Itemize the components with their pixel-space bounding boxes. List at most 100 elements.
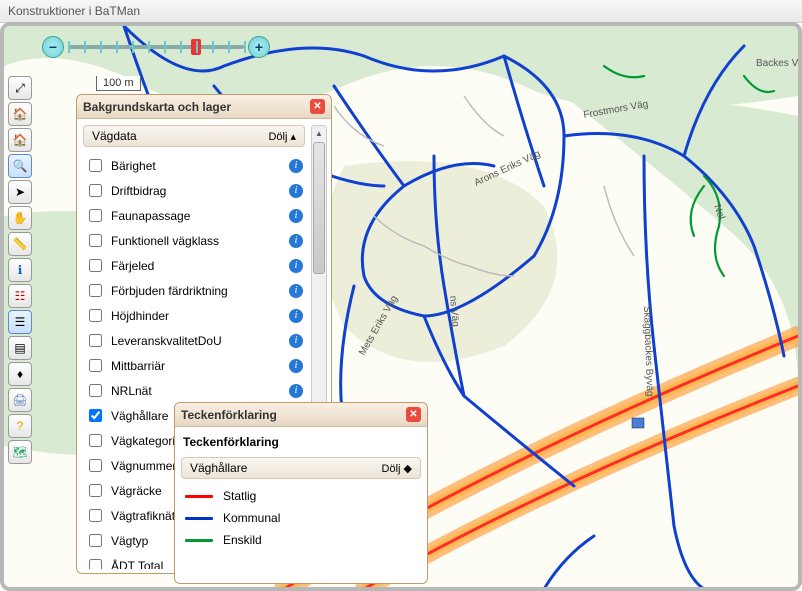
pan-icon[interactable]: ✋ [8,206,32,230]
legend-swatch [185,539,213,542]
info-icon[interactable]: i [289,184,303,198]
layer-checkbox[interactable] [89,259,102,272]
zoom-tick[interactable] [100,41,102,53]
zoom-tick[interactable] [180,41,182,53]
layer-row: Färjeled i [83,253,305,278]
zoom-tick[interactable] [148,41,150,53]
layer-checkbox[interactable] [89,284,102,297]
layer-checkbox[interactable] [89,184,102,197]
info-icon[interactable]: i [289,234,303,248]
zoom-box-icon[interactable]: 🔍 [8,154,32,178]
layer-checkbox[interactable] [89,159,102,172]
layer-checkbox[interactable] [89,384,102,397]
scroll-up-icon[interactable]: ▲ [312,126,326,140]
legend-list: Statlig Kommunal Enskild [181,485,421,551]
level-icon[interactable]: ☷ [8,284,32,308]
layer-checkbox[interactable] [89,359,102,372]
legend-label: Statlig [223,489,256,503]
layer-checkbox[interactable] [89,209,102,222]
layers-section-toggle[interactable]: Dölj ▴ [268,130,296,143]
toolbar: ⤢🏠🏠🔍➤✋📏ℹ☷☰▤♦🖨?🗺 [8,76,34,464]
layer-row: Förbjuden färdriktning i [83,278,305,303]
layer-checkbox[interactable] [89,509,102,522]
layers-panel-title: Bakgrundskarta och lager [83,100,231,114]
legend-label: Kommunal [223,511,280,525]
zoom-out-button[interactable]: − [42,36,64,58]
info-icon[interactable]: ℹ [8,258,32,282]
info-icon[interactable]: i [289,359,303,373]
layer-label: NRLnät [111,384,283,398]
measure-icon[interactable]: 📏 [8,232,32,256]
layer-label: Färjeled [111,259,283,273]
layer-row: Bärighet i [83,153,305,178]
layer-checkbox[interactable] [89,459,102,472]
layer-label: Bärighet [111,159,283,173]
legend-section-toggle[interactable]: Dölj ◆ [382,462,412,475]
zoom-tick[interactable] [244,41,246,53]
zoom-tick[interactable] [132,41,134,53]
layer-label: Förbjuden färdriktning [111,284,283,298]
svg-text:Backes Väg: Backes Väg [756,58,798,69]
zoom-tick[interactable] [212,41,214,53]
layers-section-header[interactable]: Vägdata Dölj ▴ [83,125,305,147]
layer-row: Funktionell vägklass i [83,228,305,253]
layers-section-title: Vägdata [92,129,137,143]
find-icon[interactable]: ♦ [8,362,32,386]
layer-label: Mittbarriär [111,359,283,373]
layers-icon[interactable]: ☰ [8,310,32,334]
info-icon[interactable]: i [289,384,303,398]
layer-row: LeveranskvalitetDoUi [83,328,305,353]
layer-checkbox[interactable] [89,434,102,447]
layer-label: Driftbidrag [111,184,283,198]
layer-checkbox[interactable] [89,484,102,497]
help-icon[interactable]: ? [8,414,32,438]
legend-heading: Teckenförklaring [181,433,421,457]
layer-row: Faunapassage i [83,203,305,228]
identify-icon[interactable]: ➤ [8,180,32,204]
info-icon[interactable]: i [289,159,303,173]
zoom-tick[interactable] [68,41,70,53]
basemap-icon[interactable]: 🗺 [8,440,32,464]
legend-panel-header[interactable]: Teckenförklaring ✕ [175,403,427,427]
layers-panel-header[interactable]: Bakgrundskarta och lager ✕ [77,95,331,119]
layer-checkbox[interactable] [89,409,102,422]
zoom-slider[interactable]: − + [42,36,270,58]
layer-checkbox[interactable] [89,234,102,247]
full-extent-icon[interactable]: ⤢ [8,76,32,100]
info-icon[interactable]: i [289,334,303,348]
legend-icon[interactable]: ▤ [8,336,32,360]
layer-checkbox[interactable] [89,309,102,322]
layer-row: Driftbidrag i [83,178,305,203]
legend-row: Kommunal [181,507,421,529]
info-icon[interactable]: i [289,259,303,273]
close-icon[interactable]: ✕ [310,99,325,114]
layer-row: NRLnäti [83,378,305,403]
legend-row: Enskild [181,529,421,551]
zoom-in-button[interactable]: + [248,36,270,58]
add-home-icon[interactable]: 🏠 [8,102,32,126]
legend-section-header[interactable]: Väghållare Dölj ◆ [181,457,421,479]
close-icon[interactable]: ✕ [406,407,421,422]
layer-label: Funktionell vägklass [111,234,283,248]
layer-checkbox[interactable] [89,334,102,347]
info-icon[interactable]: i [289,309,303,323]
zoom-tick[interactable] [116,41,118,53]
go-home-icon[interactable]: 🏠 [8,128,32,152]
zoom-tick[interactable] [196,41,198,53]
layer-checkbox[interactable] [89,559,102,569]
zoom-tick[interactable] [228,41,230,53]
scroll-thumb[interactable] [313,142,325,274]
legend-panel-title: Teckenförklaring [181,408,277,422]
map-frame: Frostmors Väg ns Väg Mets Eriks Väg Back… [0,22,802,591]
info-icon[interactable]: i [289,209,303,223]
zoom-track[interactable] [68,45,244,49]
legend-panel[interactable]: Teckenförklaring ✕ Teckenförklaring Vägh… [174,402,428,584]
zoom-tick[interactable] [164,41,166,53]
layer-label: Faunapassage [111,209,283,223]
zoom-tick[interactable] [84,41,86,53]
print-icon[interactable]: 🖨 [8,388,32,412]
layer-checkbox[interactable] [89,534,102,547]
layer-row: Mittbarriär i [83,353,305,378]
info-icon[interactable]: i [289,284,303,298]
legend-row: Statlig [181,485,421,507]
